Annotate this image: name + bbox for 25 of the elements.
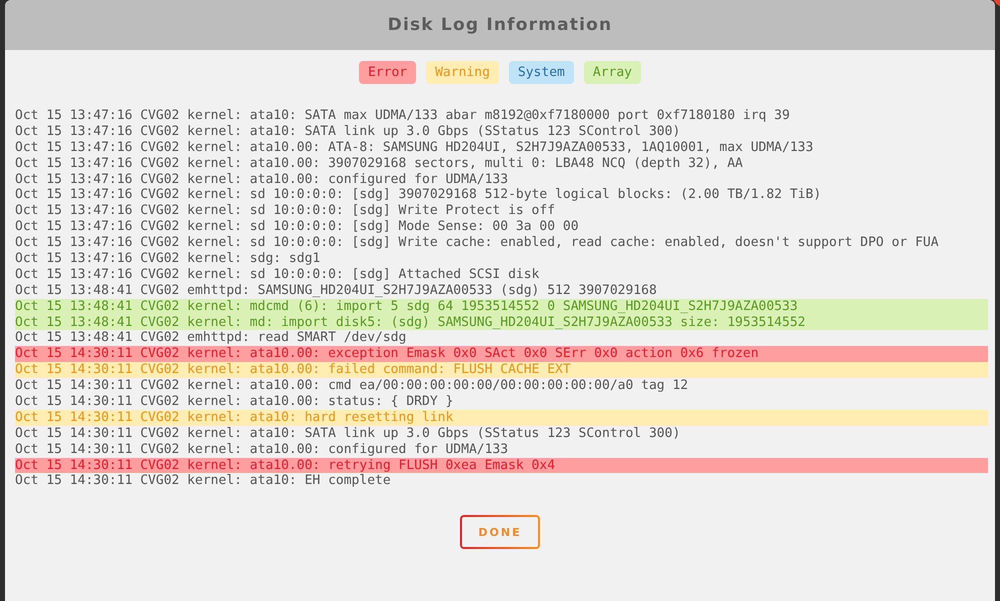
category-tag: Warning (426, 61, 499, 84)
log-line: Oct 15 13:47:16 CVG02 kernel: sd 10:0:0:0: [sdg] Write cache: enabled, read cache: enabled, doesn't support DPO or FUA (15, 235, 940, 252)
log-line: Oct 15 13:47:16 CVG02 kernel: sd 10:0:0:0: [sdg] Attached SCSI disk (15, 266, 540, 283)
log-line: Oct 15 13:47:16 CVG02 kernel: sdg: sdg1 (15, 251, 322, 267)
log-line: Oct 15 13:47:16 CVG02 kernel: sd 10:0:0:0: [sdg] Write Protect is off (15, 203, 556, 220)
log-line: Oct 15 14:30:11 CVG02 kernel: ata10.00: cmd ea/00:00:00:00:00/00:00:00:00:00/a0 tag 12 (15, 378, 690, 394)
log-line: Oct 15 13:47:16 CVG02 kernel: ata10: SATA link up 3.0 Gbps (SStatus 123 SControl 300) (15, 124, 682, 140)
log-line: Oct 15 13:47:16 CVG02 kernel: ata10.00: 3907029168 sectors, multi 0: LBA48 NCQ (depth 32), AA (15, 156, 744, 172)
log-line: Oct 15 13:47:16 CVG02 kernel: sd 10:0:0:0: [sdg] Mode Sense: 00 3a 00 00 (15, 219, 580, 236)
log-line: Oct 15 14:30:11 CVG02 kernel: ata10: EH complete (15, 473, 392, 490)
log-line: Oct 15 14:30:11 CVG02 kernel: ata10.00: status: { DRDY } (15, 394, 454, 410)
category-tag: Array (584, 61, 642, 84)
log-line: Oct 15 13:47:16 CVG02 kernel: ata10: SATA max UDMA/133 abar m8192@0xf7180000 port 0xf7180180 irq 39 (15, 108, 791, 124)
log-line: Oct 15 13:48:41 CVG02 emhttpd: read SMART /dev/sdg (15, 330, 408, 346)
log-line: Oct 15 14:30:11 CVG02 kernel: ata10.00: configured for UDMA/133 (15, 442, 510, 458)
log-line: Oct 15 13:47:16 CVG02 kernel: ata10.00: configured for UDMA/133 (15, 172, 510, 188)
category-tag: Error (358, 61, 416, 84)
done-button[interactable]: DONE (460, 515, 540, 550)
log-line: Oct 15 13:48:41 CVG02 emhttpd: SAMSUNG_HD204UI_S2H7J9AZA00533 (sdg) 512 3907029168 (15, 282, 658, 299)
close-icon[interactable] (992, 0, 1000, 8)
category-tag: System (508, 61, 574, 84)
dialog-title: Disk Log Information (388, 15, 612, 35)
log-line: Oct 15 14:30:11 CVG02 kernel: ata10: SATA link up 3.0 Gbps (SStatus 123 SControl 300) (15, 426, 682, 442)
log-line: Oct 15 13:47:16 CVG02 kernel: sd 10:0:0:0: [sdg] 3907029168 512-byte logical blocks: (2.00 TB/1.82 TiB) (15, 187, 822, 204)
log-line: Oct 15 13:47:16 CVG02 kernel: ata10.00: ATA-8: SAMSUNG HD204UI, S2H7J9AZA00533, 1AQ10001, max UDMA/133 (15, 140, 814, 156)
